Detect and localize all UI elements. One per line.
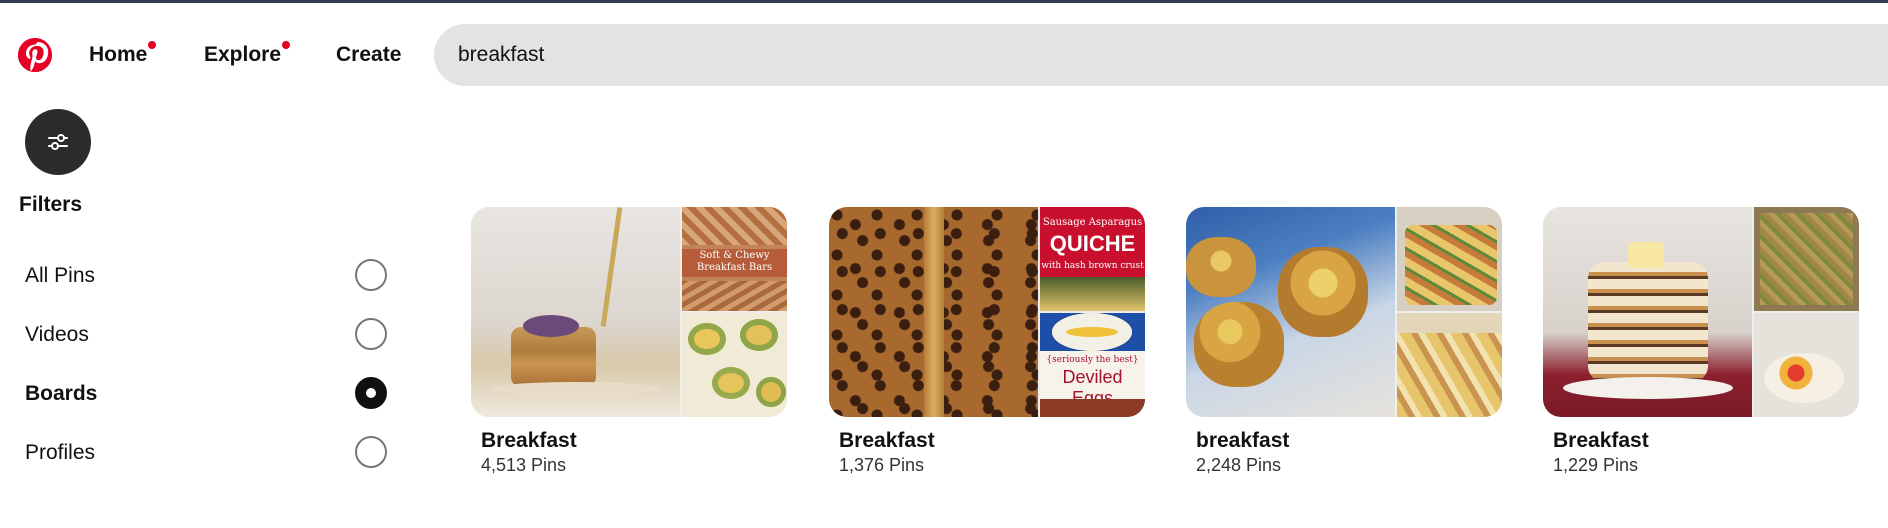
window-top-border <box>0 0 1888 3</box>
nav-explore-label: Explore <box>204 43 282 66</box>
filter-option-profiles[interactable]: Profiles <box>25 433 389 473</box>
board-pin-count: 4,513 Pins <box>481 455 567 475</box>
board-pin-count: 2,248 Pins <box>1196 455 1282 475</box>
board-cover-image-deviled-eggs: {seriously the best} Deviled Eggs <box>1040 313 1145 417</box>
board-cover-image-quiche: Sausage Asparagus QUICHE with hash brown… <box>1040 207 1145 311</box>
radio-videos[interactable] <box>355 318 387 350</box>
tile-text: {seriously the best} <box>1046 355 1139 365</box>
radio-all-pins[interactable] <box>355 259 387 291</box>
sliders-icon <box>48 134 68 150</box>
filter-option-all-pins[interactable]: All Pins <box>25 256 389 296</box>
nav-create[interactable]: Create <box>336 43 401 67</box>
notification-dot <box>282 41 291 49</box>
board-cover-image-egg-muffins <box>1186 207 1395 417</box>
board-cover-image-casserole <box>1397 207 1502 311</box>
board-cover-collage: Soft & Chewy Breakfast Bars <box>471 207 787 417</box>
board-cover-image-pancakes <box>471 207 680 417</box>
filter-option-label: Profiles <box>25 441 96 464</box>
board-cover-image-fruit-bowl <box>1754 313 1859 417</box>
header: Home Explore Create breakfast <box>0 18 1888 90</box>
nav-home-label: Home <box>89 43 148 66</box>
board-cover-image-chocolate-chip-bread <box>829 207 1038 417</box>
filters-title: Filters <box>19 193 83 216</box>
filter-option-label: Boards <box>25 382 98 405</box>
board-title: breakfast <box>1196 429 1290 452</box>
board-card[interactable]: Sausage Asparagus QUICHE with hash brown… <box>829 207 1145 476</box>
filter-option-label: All Pins <box>25 264 96 287</box>
board-pin-count: 1,229 Pins <box>1553 455 1639 475</box>
notification-dot <box>148 41 157 49</box>
board-title: Breakfast <box>1553 429 1649 452</box>
board-card[interactable]: breakfast 2,248 Pins <box>1186 207 1502 476</box>
board-cover-collage <box>1543 207 1859 417</box>
board-pin-count: 1,376 Pins <box>839 455 925 475</box>
board-card[interactable]: Breakfast 1,229 Pins <box>1543 207 1859 476</box>
board-cover-collage: Sausage Asparagus QUICHE with hash brown… <box>829 207 1145 417</box>
filter-option-label: Videos <box>25 323 89 346</box>
search-input[interactable]: breakfast <box>434 24 1888 86</box>
tile-text: Soft & Chewy Breakfast Bars <box>696 250 773 273</box>
board-cover-image-pistachio-bars <box>1754 207 1859 311</box>
tile-text: Sausage Asparagus <box>1042 217 1143 228</box>
nav-create-label: Create <box>336 43 402 66</box>
search-value: breakfast <box>458 43 545 66</box>
nav-explore[interactable]: Explore <box>204 41 291 67</box>
filter-option-boards[interactable]: Boards <box>25 374 389 414</box>
radio-boards[interactable] <box>355 377 387 409</box>
filter-button[interactable] <box>25 109 91 175</box>
board-cover-image-breakfast-bake <box>1397 313 1502 417</box>
filter-option-videos[interactable]: Videos <box>25 315 389 355</box>
board-cover-image-bars: Soft & Chewy Breakfast Bars <box>682 207 787 311</box>
board-cover-collage <box>1186 207 1502 417</box>
board-cover-image-egg-cups <box>682 313 787 417</box>
tile-text: with hash brown crust <box>1041 261 1144 271</box>
tile-text: QUICHE <box>1049 231 1136 256</box>
pinterest-logo-icon[interactable] <box>18 38 52 72</box>
nav-home[interactable]: Home <box>89 41 157 67</box>
board-title: Breakfast <box>839 429 935 452</box>
board-cover-image-pancake-stack <box>1543 207 1752 417</box>
board-title: Breakfast <box>481 429 577 452</box>
radio-profiles[interactable] <box>355 436 387 468</box>
board-card[interactable]: Soft & Chewy Breakfast Bars Breakfast 4,… <box>471 207 787 476</box>
